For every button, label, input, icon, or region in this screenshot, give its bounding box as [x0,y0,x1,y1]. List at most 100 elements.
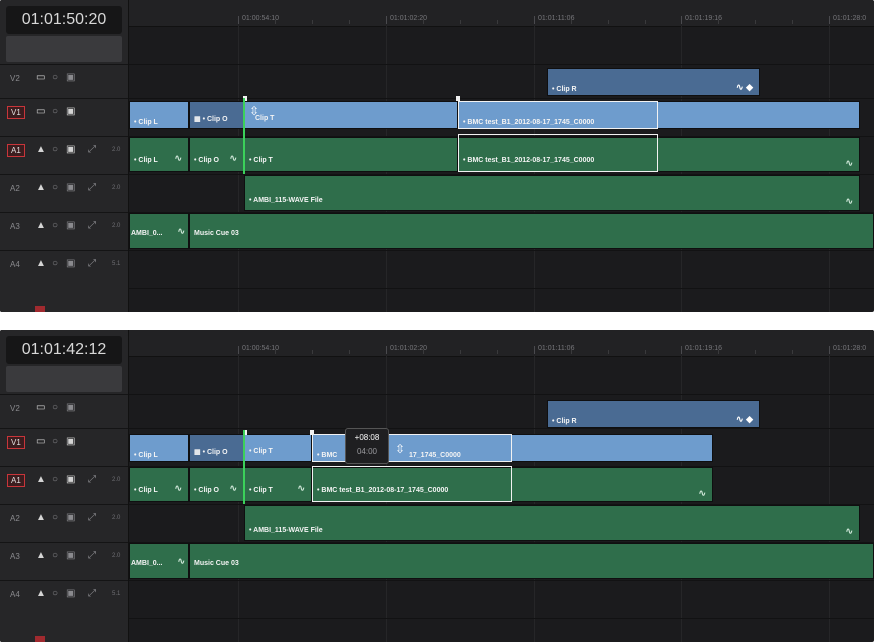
auto-select-icon[interactable]: ▣ [66,474,75,485]
track-header-a3[interactable]: A3 ▲ ○ ▣ ⤢ 2.0 [0,542,128,573]
expand-icon[interactable]: ⤢ [88,474,96,485]
lock-icon[interactable]: ○ [52,258,58,269]
ruler-tick [349,350,350,354]
clip-ambi-wave[interactable]: • AMBI_115-WAVE File ∿ [244,175,860,211]
lock-icon[interactable]: ○ [52,550,58,561]
lock-icon[interactable]: ○ [52,220,58,231]
lock-icon[interactable]: ○ [52,144,58,155]
selection-outline [312,466,512,502]
clip-ambi-0[interactable]: AMBI_0... ∿ [129,543,189,579]
trim-handle[interactable] [456,96,460,101]
ruler-tick [681,16,682,24]
track-header-a2[interactable]: A2 ▲ ○ ▣ ⤢ 2.0 [0,174,128,205]
auto-select-icon[interactable]: ▣ [66,402,75,413]
auto-select-icon[interactable]: ▣ [66,588,75,599]
ruler-tick [497,350,498,354]
expand-icon[interactable]: ⤢ [88,512,96,523]
track-name: A4 [10,260,20,269]
clip-t[interactable]: • Clip T [244,434,312,462]
speaker-icon[interactable]: ▲ [36,220,46,231]
expand-icon[interactable]: ⤢ [88,588,96,599]
clip-music-cue[interactable]: Music Cue 03 [189,213,874,249]
track-header-v1[interactable]: V1 ▭ ○ ▣ [0,98,128,129]
lock-icon[interactable]: ○ [52,512,58,523]
monitor-icon[interactable]: ▭ [36,72,45,83]
auto-select-icon[interactable]: ▣ [66,258,75,269]
clip-ambi-0[interactable]: AMBI_0... ∿ [129,213,189,249]
track-header-a1[interactable]: A1 ▲ ○ ▣ ⤢ 2.0 [0,136,128,167]
clip-music-cue[interactable]: Music Cue 03 [189,543,874,579]
track-name: A3 [10,552,20,561]
lock-icon[interactable]: ○ [52,72,58,83]
auto-select-icon[interactable]: ▣ [66,106,75,117]
track-header-v2[interactable]: V2 ▭ ○ ▣ [0,394,128,425]
lock-icon[interactable]: ○ [52,402,58,413]
ruler-tick [645,350,646,354]
clip-l[interactable]: • Clip L [129,434,189,462]
track-header-v1[interactable]: V1 ▭ ○ ▣ [0,428,128,459]
lock-icon[interactable]: ○ [52,106,58,117]
clip-t-audio[interactable]: • Clip T ∿ [244,467,312,502]
expand-icon[interactable]: ⤢ [88,182,96,193]
track-header-a4[interactable]: A4 ▲ ○ ▣ ⤢ 5.1 [0,250,128,281]
speaker-icon[interactable]: ▲ [36,474,46,485]
track-header-a2[interactable]: A2 ▲ ○ ▣ ⤢ 2.0 [0,504,128,535]
clip-r[interactable]: • Clip R ∿ ◆ [547,400,760,428]
speaker-icon[interactable]: ▲ [36,182,46,193]
auto-select-icon[interactable]: ▣ [66,220,75,231]
track-header-a1[interactable]: A1 ▲ ○ ▣ ⤢ 2.0 [0,466,128,497]
speaker-icon[interactable]: ▲ [36,144,46,155]
speaker-icon[interactable]: ▲ [36,550,46,561]
timecode-ruler[interactable]: 01:00:54:10 01:01:02:20 01:01:11:06 01:0… [129,0,874,27]
track-header-a4[interactable]: A4 ▲ ○ ▣ ⤢ 5.1 [0,580,128,611]
track-header-v2[interactable]: V2 ▭ ○ ▣ [0,64,128,95]
lock-icon[interactable]: ○ [52,588,58,599]
timecode-ruler[interactable]: 01:00:54:10 01:01:02:20 01:01:11:06 01:0… [129,330,874,357]
speaker-icon[interactable]: ▲ [36,512,46,523]
monitor-icon[interactable]: ▭ [36,106,45,117]
track-header-a3[interactable]: A3 ▲ ○ ▣ ⤢ 2.0 [0,212,128,243]
expand-icon[interactable]: ⤢ [88,258,96,269]
clip-l[interactable]: • Clip L [129,101,189,129]
lock-icon[interactable]: ○ [52,474,58,485]
channel-format: 2.0 [112,553,121,559]
auto-select-icon[interactable]: ▣ [66,182,75,193]
auto-select-icon[interactable]: ▣ [66,512,75,523]
clip-t-audio[interactable]: • Clip T [244,137,458,172]
auto-select-icon[interactable]: ▣ [66,436,75,447]
monitor-icon[interactable]: ▭ [36,436,45,447]
clip-l-audio[interactable]: • Clip L ∿ [129,137,189,172]
trim-offset-tooltip: +08:08 04:00 [345,428,389,464]
auto-select-icon[interactable]: ▣ [66,144,75,155]
lane-divider [129,64,874,65]
header-spacer [6,36,122,62]
ruler-label: 01:01:28:0 [833,345,867,352]
clip-l-audio[interactable]: • Clip L ∿ [129,467,189,502]
timeline-panel-1: 01:01:50:20 V2 ▭ ○ ▣ V1 ▭ ○ ▣ A1 ▲ ○ ▣ ⤢… [0,0,874,312]
auto-select-icon[interactable]: ▣ [66,72,75,83]
speaker-icon[interactable]: ▲ [36,588,46,599]
clip-t[interactable]: Clip T [244,101,458,129]
clip-r[interactable]: • Clip R ∿ ◆ [547,68,760,96]
trim-handle[interactable] [310,430,314,435]
clip-o[interactable]: ▦ • Clip O [189,101,244,129]
expand-icon[interactable]: ⤢ [88,144,96,155]
timecode-display[interactable]: 01:01:42:12 [6,336,122,364]
clip-o-audio[interactable]: • Clip O ∿ [189,137,244,172]
monitor-icon[interactable]: ▭ [36,402,45,413]
ruler-tick [460,20,461,24]
clip-o[interactable]: ▦ • Clip O [189,434,244,462]
clip-ambi-wave[interactable]: • AMBI_115-WAVE File ∿ [244,505,860,541]
playhead[interactable] [243,98,245,174]
timecode-display[interactable]: 01:01:50:20 [6,6,122,34]
clip-label: • Clip R [552,86,577,93]
lock-icon[interactable]: ○ [52,436,58,447]
auto-select-icon[interactable]: ▣ [66,550,75,561]
playhead[interactable] [243,430,245,504]
expand-icon[interactable]: ⤢ [88,220,96,231]
clip-o-audio[interactable]: • Clip O ∿ [189,467,244,502]
lock-icon[interactable]: ○ [52,182,58,193]
clip-label: • AMBI_115-WAVE File [249,197,323,204]
speaker-icon[interactable]: ▲ [36,258,46,269]
expand-icon[interactable]: ⤢ [88,550,96,561]
